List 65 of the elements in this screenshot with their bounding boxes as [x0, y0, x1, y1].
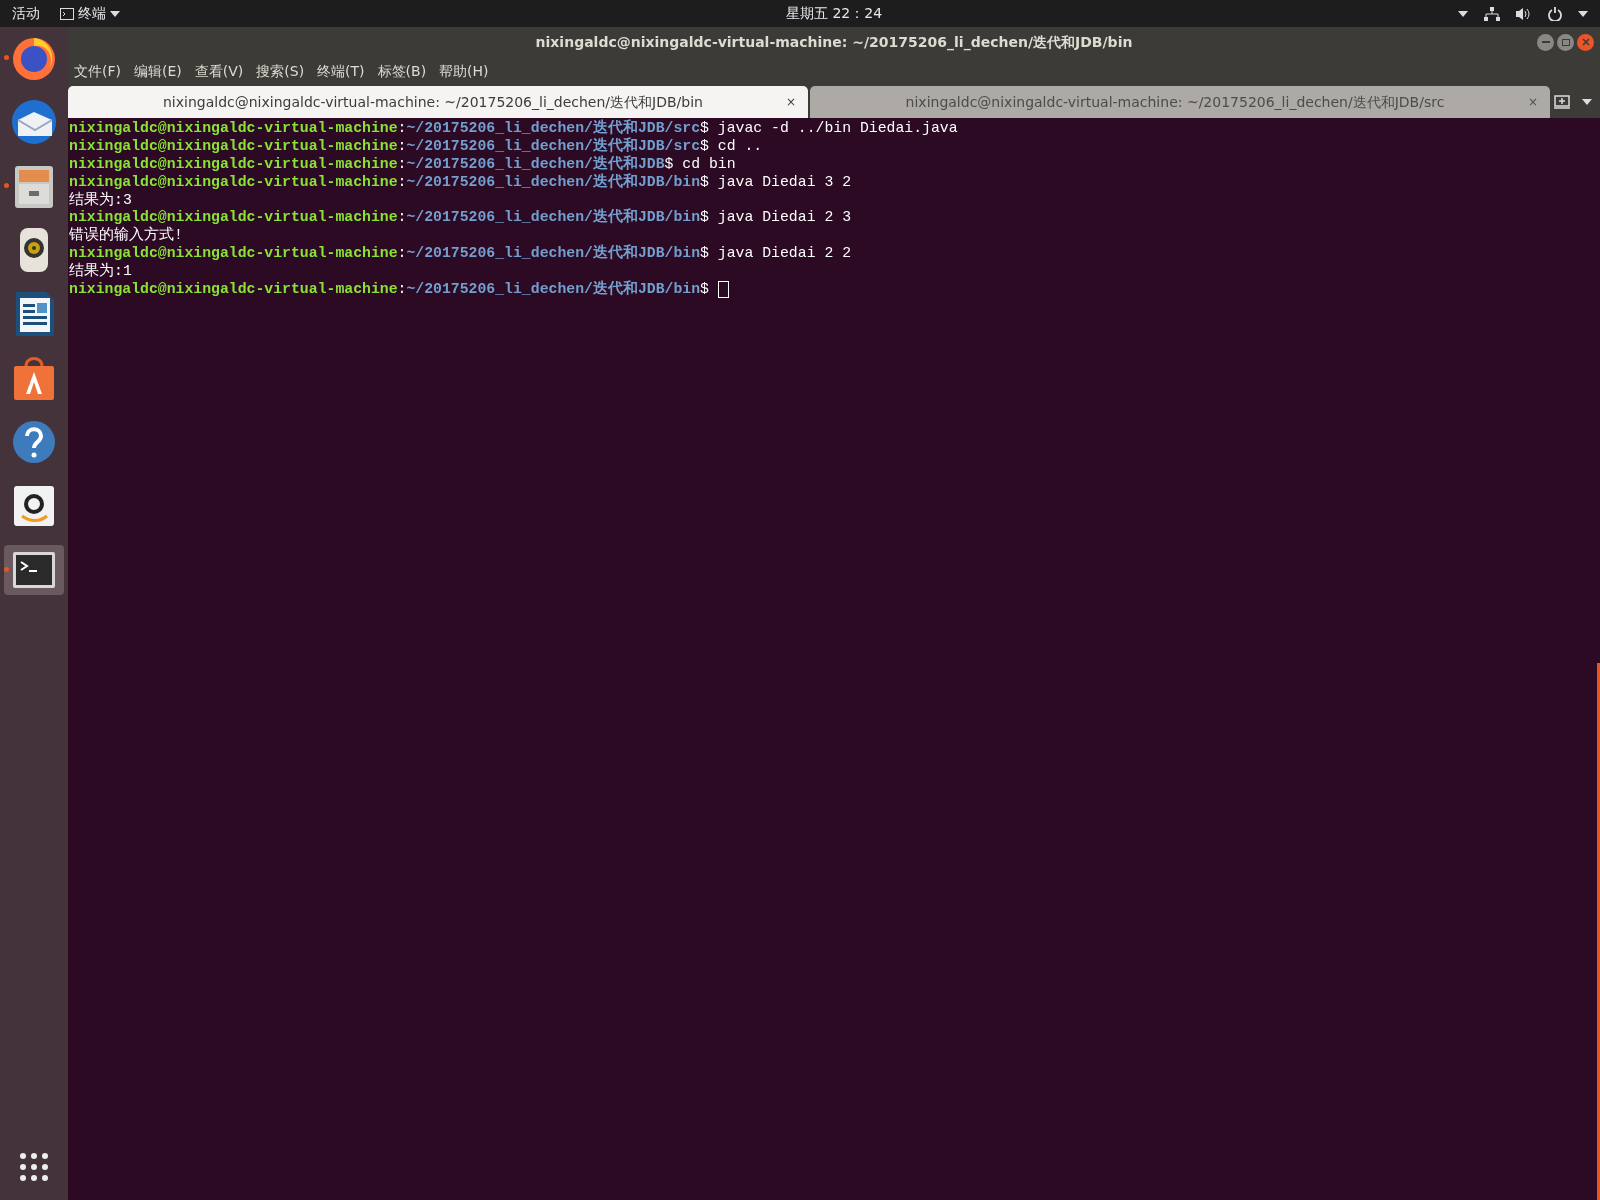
prompt-path: ~/20175206_li_dechen/迭代和JDB/bin	[406, 173, 701, 192]
prompt-user: nixingaldc@nixingaldc-virtual-machine	[69, 173, 398, 191]
window-title: nixingaldc@nixingaldc-virtual-machine: ~/20175206_li_dechen/迭代和JDB/bin	[535, 32, 1133, 53]
menu-item[interactable]: 文件(F)	[74, 60, 121, 82]
maximize-button[interactable]	[1557, 33, 1574, 51]
menu-item[interactable]: 帮助(H)	[439, 60, 489, 82]
app-grid-icon[interactable]	[19, 1152, 49, 1182]
network-icon[interactable]	[1484, 6, 1500, 21]
prompt-separator: :	[397, 173, 407, 192]
output-line: 结果为:1	[69, 263, 132, 281]
command: $ java Diedai 2 3	[700, 209, 852, 228]
prompt-separator: :	[397, 281, 407, 299]
prompt-path: ~/20175206_li_dechen/迭代和JDB/src	[406, 120, 701, 137]
tab-close-button[interactable]: ×	[1527, 93, 1538, 111]
prompt-user: nixingaldc@nixingaldc-virtual-machine	[69, 120, 398, 138]
minimize-button[interactable]	[1537, 33, 1554, 51]
tab-label: nixingaldc@nixingaldc-virtual-machine: ~/20175206_li_dechen/迭代和JDB/bin	[162, 92, 704, 112]
envelope-icon	[10, 98, 58, 146]
prompt-path: ~/20175206_li_dechen/迭代和JDB/bin	[406, 245, 701, 264]
prompt-path: ~/20175206_li_dechen/迭代和JDB	[406, 155, 665, 173]
prompt-path: ~/20175206_li_dechen/迭代和JDB/bin	[406, 281, 701, 299]
prompt-path: ~/20175206_li_dechen/迭代和JDB/bin	[406, 209, 701, 228]
menu-item[interactable]: 搜索(S)	[256, 60, 305, 82]
prompt-user: nixingaldc@nixingaldc-virtual-machine	[69, 281, 398, 299]
dock-item[interactable]	[4, 545, 64, 595]
clock[interactable]: 星期五 22：24	[786, 3, 883, 24]
output-line: 错误的输入方式!	[69, 227, 183, 246]
prompt-user: nixingaldc@nixingaldc-virtual-machine	[69, 155, 398, 174]
menu-item[interactable]: 终端(T)	[317, 60, 365, 82]
tab[interactable]: nixingaldc@nixingaldc-virtual-machine: ~/20175206_li_dechen/迭代和JDB/src ×	[810, 86, 1550, 118]
prompt-separator: :	[397, 209, 407, 228]
prompt-user: nixingaldc@nixingaldc-virtual-machine	[69, 245, 398, 262]
close-icon	[1581, 38, 1590, 46]
command: $ cd bin	[664, 155, 736, 174]
caret-icon[interactable]	[1578, 10, 1588, 17]
menu-item[interactable]: 编辑(E)	[134, 60, 182, 82]
command: $ javac -d ../bin Diedai.java	[700, 120, 958, 138]
menu-item[interactable]: 查看(V)	[194, 60, 244, 82]
prompt-separator: :	[397, 120, 407, 138]
close-button[interactable]	[1577, 33, 1594, 51]
command: $ java Diedai 3 2	[700, 173, 852, 192]
command: $ java Diedai 2 2	[700, 245, 852, 264]
prompt-separator: :	[397, 137, 407, 156]
volume-icon[interactable]	[1516, 6, 1532, 21]
prompt-path: ~/20175206_li_dechen/迭代和JDB/src	[406, 137, 701, 155]
prompt-separator: :	[397, 155, 407, 174]
caret-icon	[110, 10, 120, 17]
prompt-separator: :	[397, 245, 407, 264]
app-menu[interactable]: 终端	[78, 3, 106, 24]
tab[interactable]: nixingaldc@nixingaldc-virtual-machine: ~/20175206_li_dechen/迭代和JDB/bin ×	[68, 86, 808, 118]
menu-item[interactable]: 标签(B)	[377, 60, 427, 82]
power-icon[interactable]	[1548, 6, 1562, 21]
caret-icon[interactable]	[1582, 99, 1592, 105]
command: $	[700, 281, 710, 299]
prompt-user: nixingaldc@nixingaldc-virtual-machine	[69, 209, 398, 226]
tab-label: nixingaldc@nixingaldc-virtual-machine: ~/20175206_li_dechen/迭代和JDB/src	[904, 92, 1446, 112]
new-tab-icon[interactable]	[1554, 95, 1570, 109]
caret-icon[interactable]	[1458, 10, 1468, 17]
command: $ cd ..	[700, 137, 763, 156]
tab-close-button[interactable]: ×	[785, 93, 796, 111]
activities-button[interactable]: 活动	[12, 3, 40, 24]
help-icon	[10, 418, 58, 466]
output-line: 结果为:3	[69, 191, 132, 210]
terminal-icon	[60, 7, 74, 20]
prompt-user: nixingaldc@nixingaldc-virtual-machine	[69, 137, 398, 156]
